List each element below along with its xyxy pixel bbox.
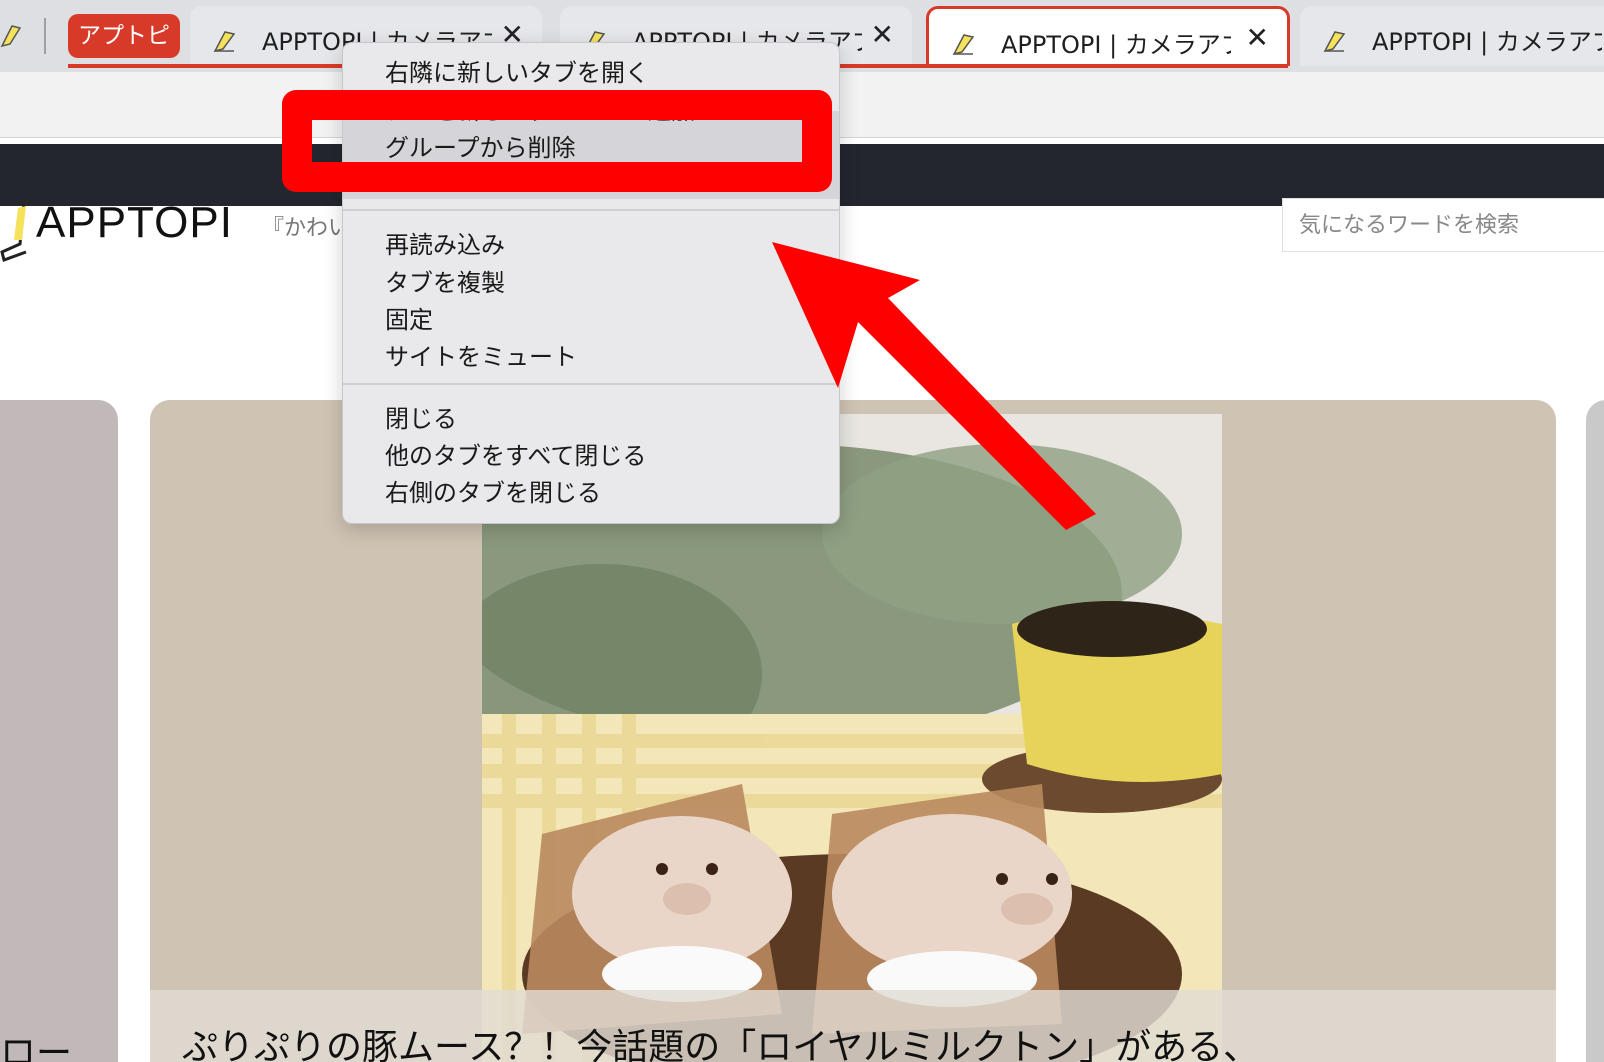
menu-item-reload[interactable]: 再読み込み xyxy=(385,225,505,260)
tab-favicon-icon xyxy=(952,34,975,56)
menu-item-mute-site[interactable]: サイトをミュート xyxy=(385,337,577,372)
search-input[interactable] xyxy=(1283,199,1604,251)
context-menu-separator xyxy=(343,209,839,211)
article-caption-bar: ぷりぷりの豚ムース？！今話題の「ロイヤルミルクトン」がある、 xyxy=(150,990,1556,1062)
menu-item-close[interactable]: 閉じる xyxy=(385,399,457,434)
tab-group-chip[interactable]: アプトピ xyxy=(68,14,180,58)
menu-item-close-tabs-right[interactable]: 右側のタブを閉じる xyxy=(385,473,601,508)
menu-item-open-new-tab-right[interactable]: 右隣に新しいタブを開く xyxy=(385,53,649,88)
tab-separator xyxy=(44,18,46,54)
tab-title: APPTOPI | カメラアプリ xyxy=(1372,28,1602,56)
tab-close-icon[interactable]: ✕ xyxy=(1246,23,1269,53)
site-logo-icon[interactable] xyxy=(0,200,30,266)
tab-4[interactable]: APPTOPI | カメラアプリ xyxy=(1300,6,1604,66)
article-card-right[interactable] xyxy=(1586,400,1604,1062)
tab-title: APPTOPI | カメラアプリ xyxy=(1001,31,1231,59)
article-title[interactable]: ぷりぷりの豚ムース？！今話題の「ロイヤルミルクトン」がある、 xyxy=(182,1018,1259,1062)
pinned-tab-favicon-icon[interactable] xyxy=(0,22,22,48)
article-card-left-title[interactable]: ロー xyxy=(0,1024,72,1062)
tab-close-icon[interactable]: ✕ xyxy=(871,20,894,50)
tab-favicon-icon xyxy=(1323,31,1346,53)
tab-favicon-icon xyxy=(213,31,236,53)
site-search-box[interactable] xyxy=(1282,198,1604,252)
menu-item-pin[interactable]: 固定 xyxy=(385,300,433,335)
menu-item-close-other-tabs[interactable]: 他のタブをすべて閉じる xyxy=(385,436,646,471)
context-menu-separator xyxy=(343,383,839,385)
tab-3-active[interactable]: APPTOPI | カメラアプリ ✕ xyxy=(926,6,1290,66)
site-logo-text[interactable]: APPTOPI xyxy=(36,198,233,248)
menu-item-duplicate[interactable]: タブを複製 xyxy=(385,263,505,298)
annotation-highlight-box xyxy=(282,90,832,192)
article-card-left[interactable] xyxy=(0,400,118,1062)
